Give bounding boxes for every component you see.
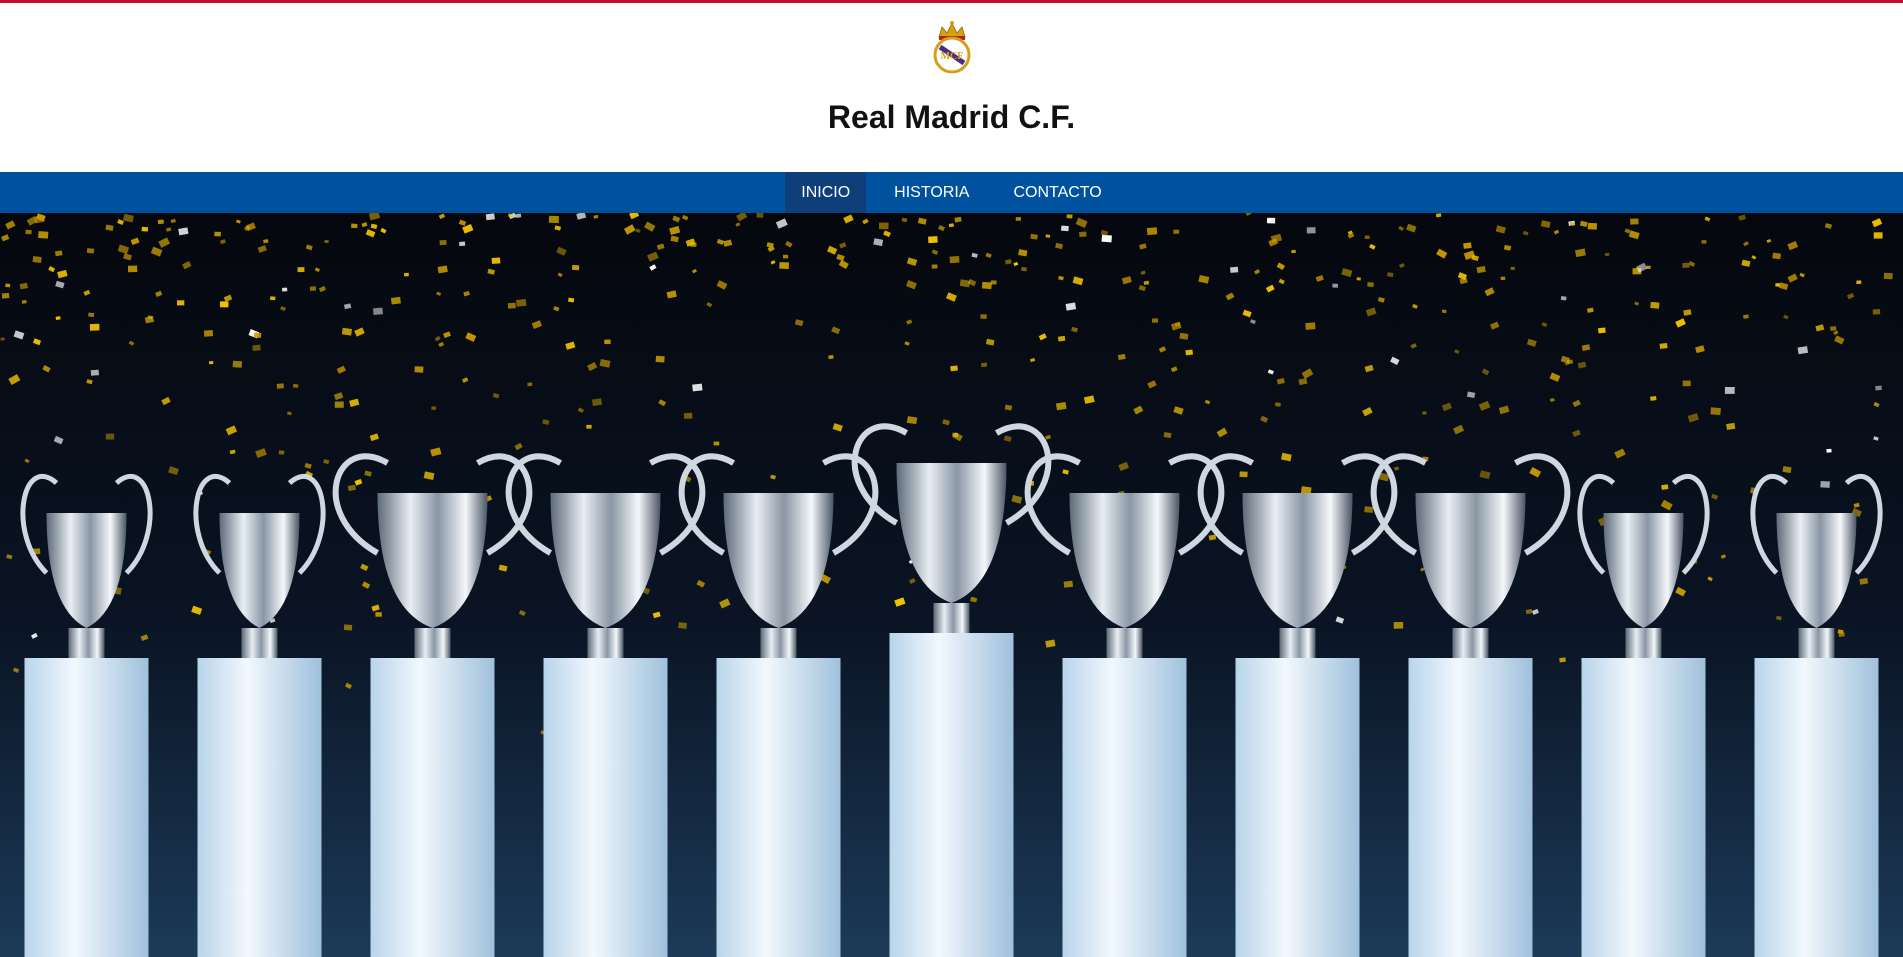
site-header: MCF Real Madrid C.F. xyxy=(0,3,1903,172)
main-nav: INICIO HISTORIA CONTACTO xyxy=(0,172,1903,213)
nav-item-inicio[interactable]: INICIO xyxy=(785,172,867,213)
real-madrid-crest-icon[interactable]: MCF xyxy=(930,19,974,75)
svg-text:MCF: MCF xyxy=(940,51,963,62)
hero-image xyxy=(0,213,1903,957)
site-title: Real Madrid C.F. xyxy=(827,99,1076,135)
nav-item-historia[interactable]: HISTORIA xyxy=(878,172,985,213)
champions-league-trophies-photo xyxy=(0,213,1903,957)
nav-item-contacto[interactable]: CONTACTO xyxy=(997,172,1117,213)
